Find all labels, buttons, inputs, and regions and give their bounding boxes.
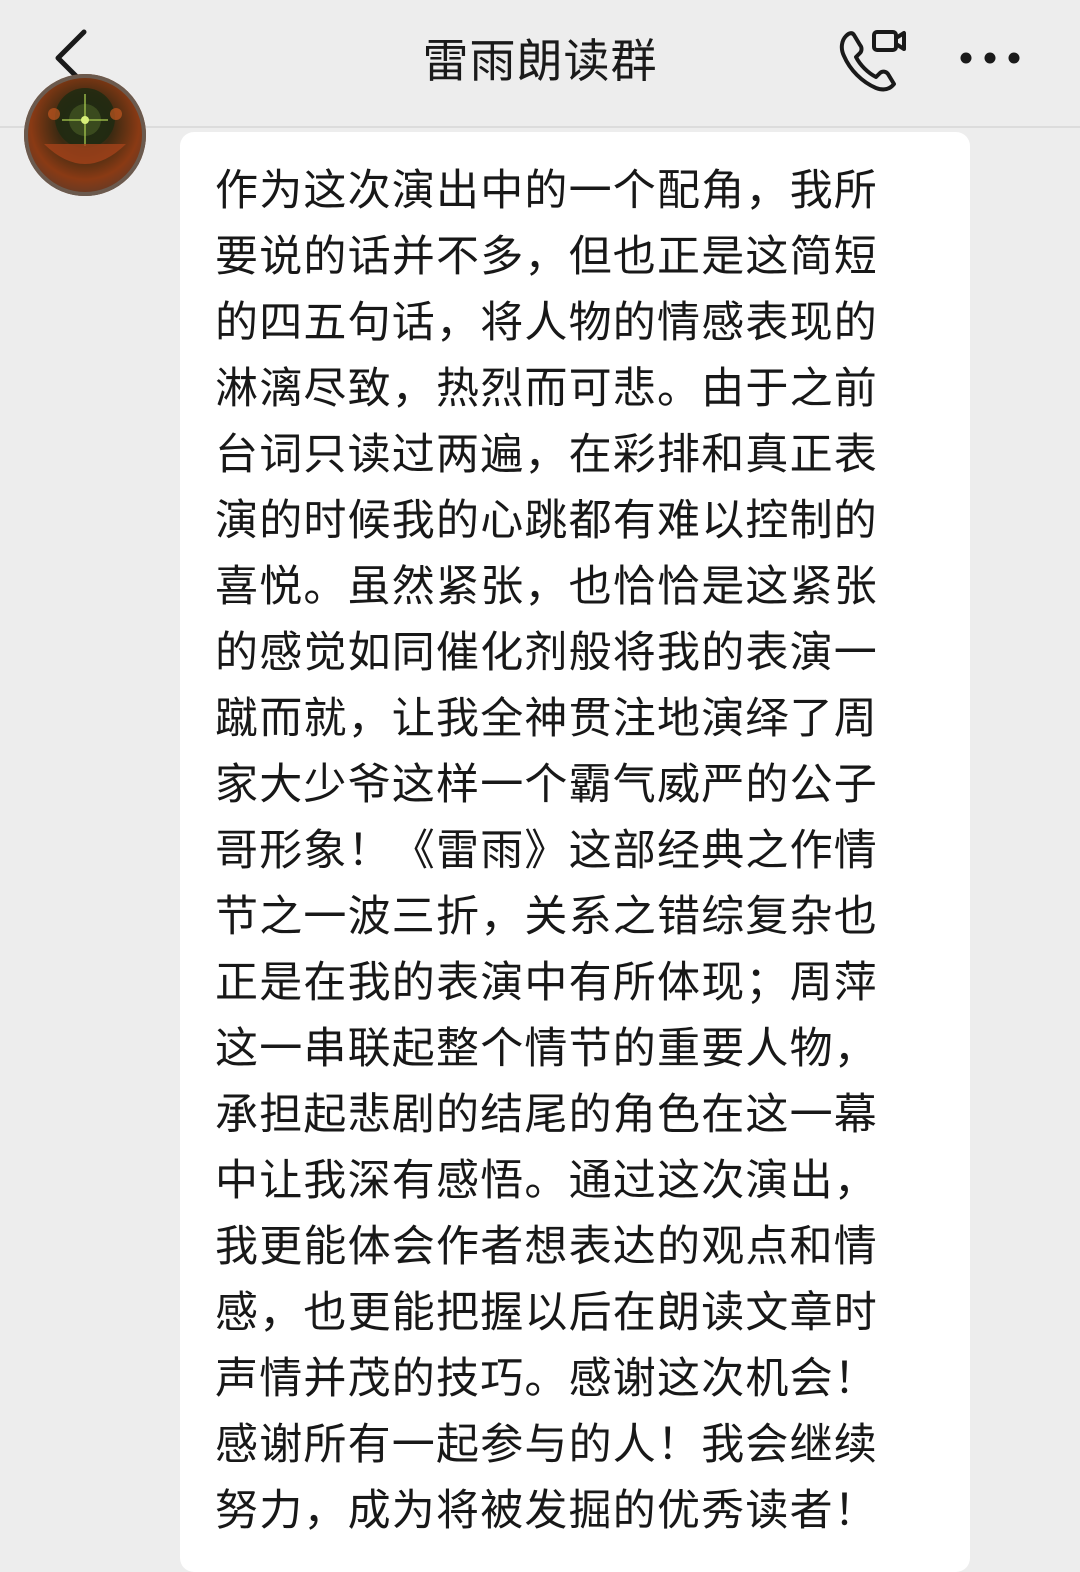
top-bar: 雷雨朗读群 <box>0 0 1080 128</box>
phone-video-icon <box>839 30 906 92</box>
message-text: 作为这次演出中的一个配角，我所 要说的话并不多，但也正是这简短 的四五句话，将人… <box>215 166 878 1536</box>
more-button[interactable] <box>950 26 1030 90</box>
call-button[interactable] <box>830 18 914 102</box>
message-bubble[interactable]: 作为这次演出中的一个配角，我所 要说的话并不多，但也正是这简短 的四五句话，将人… <box>180 132 970 1572</box>
sender-avatar[interactable] <box>24 74 146 196</box>
more-dots-icon <box>960 52 1020 64</box>
avatar-image <box>44 88 126 164</box>
chat-title: 雷雨朗读群 <box>422 34 658 88</box>
